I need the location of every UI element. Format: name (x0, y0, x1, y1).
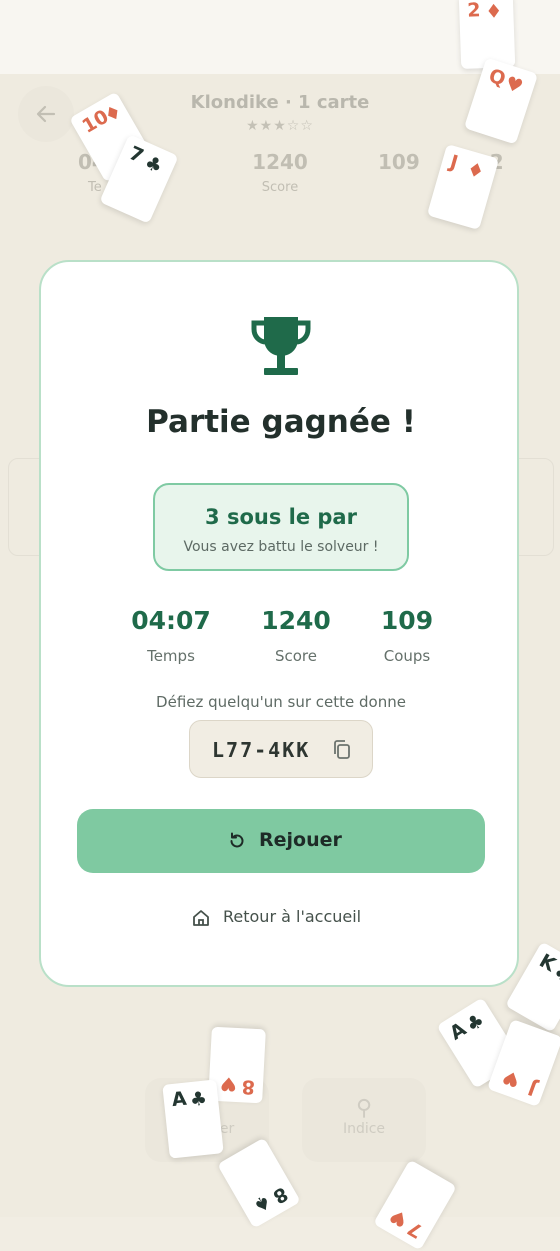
par-message: Vous avez battu le solveur ! (183, 539, 379, 555)
playing-card: A ♣ (162, 1079, 224, 1159)
replay-icon (230, 832, 244, 848)
challenge-text: Défiez quelqu'un sur cette donne (156, 693, 406, 711)
hint-button[interactable]: ⚲ Indice (302, 1078, 426, 1162)
stat-time: 04:07 Temps (131, 606, 211, 665)
victory-dialog: Partie gagnée ! 3 sous le par Vous avez … (39, 260, 519, 987)
deal-code-copy-button[interactable]: L77-4KK (189, 720, 373, 778)
home-label: Retour à l'accueil (223, 907, 362, 926)
lightbulb-icon: ⚲ (355, 1096, 373, 1121)
trophy-icon (251, 317, 311, 375)
copy-icon (334, 740, 350, 759)
home-icon (193, 910, 209, 926)
replay-button[interactable]: Rejouer (77, 809, 485, 873)
dialog-title: Partie gagnée ! (146, 404, 416, 440)
bg-stat-score: 1240 Score (252, 150, 308, 195)
replay-label: Rejouer (259, 829, 342, 851)
stat-moves: 109 Coups (380, 606, 434, 665)
deal-code: L77-4KK (212, 738, 311, 762)
stat-score: 1240 Score (261, 606, 331, 665)
par-result: 3 sous le par (205, 505, 357, 529)
par-badge: 3 sous le par Vous avez battu le solveur… (153, 483, 409, 571)
